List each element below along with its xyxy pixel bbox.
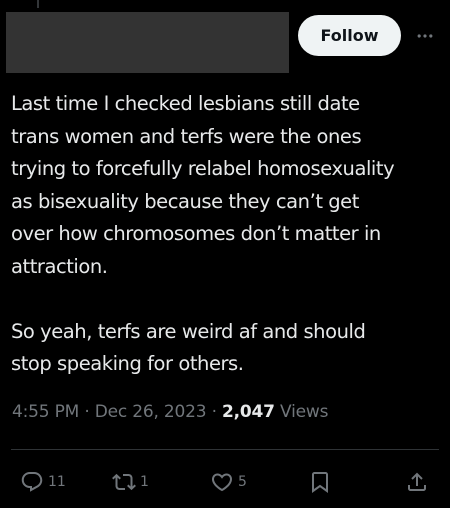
more-options-button[interactable] (410, 22, 440, 50)
more-horizontal-icon (417, 34, 433, 38)
tweet-line: as bisexuality because they can’t get (11, 189, 359, 213)
tweet-line: stop speaking for others. (11, 352, 244, 375)
heart-icon (211, 473, 233, 492)
tweet-line: trying to forcefully relabel homosexuali… (11, 157, 395, 180)
follow-button[interactable]: Follow (298, 15, 401, 56)
reply-count: 11 (48, 474, 66, 490)
repost-icon (112, 473, 136, 491)
bookmark-icon (312, 472, 328, 493)
tweet-paragraph: So yeah, terfs are weird af and should s… (11, 316, 447, 381)
redacted-author-info (6, 12, 289, 73)
repost-button[interactable]: 1 (112, 466, 149, 498)
meta-separator: · (84, 402, 90, 422)
reply-button[interactable]: 11 (20, 466, 66, 498)
tweet-metadata: 4:55 PM · Dec 26, 2023 · 2,047 Views (12, 400, 328, 424)
tweet-line: Last time I checked lesbians still date (11, 92, 360, 115)
tweet-detail-view: Follow Last time I checked lesbians stil… (0, 0, 450, 508)
thread-connector-line (37, 0, 39, 8)
tweet-text: Last time I checked lesbians still date … (11, 88, 447, 381)
like-button[interactable]: 5 (210, 466, 247, 498)
tweet-line: trans women and terfs were the ones (11, 124, 362, 148)
views-label: Views (280, 402, 329, 422)
divider (11, 449, 439, 450)
tweet-date[interactable]: Dec 26, 2023 (95, 402, 207, 422)
reply-icon (21, 472, 43, 492)
share-icon (408, 472, 426, 491)
tweet-time[interactable]: 4:55 PM (12, 402, 79, 422)
tweet-line: attraction. (11, 254, 108, 278)
tweet-paragraph: Last time I checked lesbians still date … (11, 88, 447, 283)
tweet-action-bar: 11 1 5 (0, 466, 450, 498)
like-count: 5 (238, 474, 247, 490)
repost-count: 1 (140, 474, 149, 490)
meta-separator: · (211, 402, 217, 422)
bookmark-button[interactable] (308, 466, 332, 498)
views-count: 2,047 (222, 402, 275, 422)
tweet-line: So yeah, terfs are weird af and should (11, 319, 366, 343)
share-button[interactable] (405, 466, 429, 498)
tweet-line: over how chromosomes don’t matter in (11, 222, 381, 245)
